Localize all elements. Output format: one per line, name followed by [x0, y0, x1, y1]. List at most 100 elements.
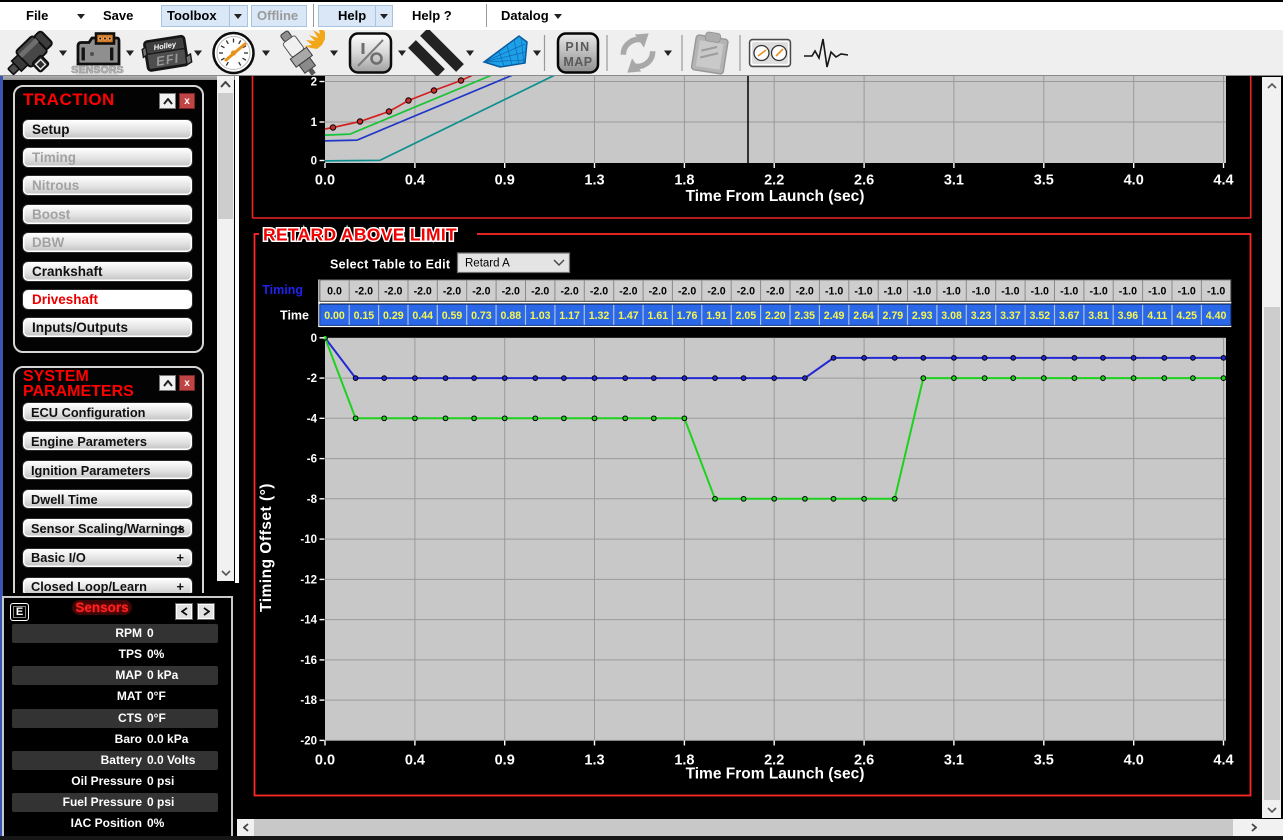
svg-text:-8: -8 [307, 493, 318, 505]
svg-text:-2.0: -2.0 [560, 285, 578, 297]
svg-text:-2.0: -2.0 [472, 285, 490, 297]
svg-text:0.9: 0.9 [495, 172, 515, 188]
svg-text:1.76: 1.76 [677, 310, 698, 322]
svg-text:-6: -6 [307, 453, 317, 465]
svg-text:-1.0: -1.0 [884, 285, 902, 297]
svg-text:0.29: 0.29 [383, 310, 404, 322]
svg-text:RETARD ABOVE LIMIT: RETARD ABOVE LIMIT [263, 224, 457, 244]
svg-text:-1.0: -1.0 [1089, 285, 1107, 297]
svg-text:-1.0: -1.0 [1119, 285, 1137, 297]
svg-text:-2.0: -2.0 [619, 285, 637, 297]
svg-text:1.8: 1.8 [674, 172, 694, 188]
svg-text:-14: -14 [300, 614, 317, 626]
svg-text:1.47: 1.47 [618, 310, 639, 322]
svg-text:2.64: 2.64 [853, 310, 874, 322]
svg-text:3.96: 3.96 [1118, 310, 1139, 322]
svg-text:4.4: 4.4 [1213, 752, 1233, 768]
svg-text:2.6: 2.6 [854, 172, 874, 188]
svg-text:-1.0: -1.0 [1060, 285, 1078, 297]
svg-text:3.5: 3.5 [1034, 752, 1054, 768]
svg-text:3.08: 3.08 [941, 310, 962, 322]
svg-text:0.73: 0.73 [471, 310, 492, 322]
svg-text:1.17: 1.17 [559, 310, 580, 322]
svg-text:3.81: 3.81 [1088, 310, 1109, 322]
svg-text:3.1: 3.1 [944, 752, 964, 768]
svg-text:-2.0: -2.0 [531, 285, 549, 297]
svg-text:SENSORS: SENSORS [71, 64, 124, 76]
svg-text:-2.0: -2.0 [796, 285, 814, 297]
svg-text:-1.0: -1.0 [1207, 285, 1225, 297]
svg-text:1.61: 1.61 [647, 310, 668, 322]
svg-text:-2.0: -2.0 [766, 285, 784, 297]
svg-text:-4: -4 [307, 413, 318, 425]
svg-text:Timing: Timing [262, 283, 303, 297]
svg-text:Retard A: Retard A [465, 257, 510, 269]
svg-text:0: 0 [311, 332, 317, 344]
svg-text:2.49: 2.49 [824, 310, 845, 322]
svg-text:0.0: 0.0 [315, 172, 335, 188]
svg-text:-1.0: -1.0 [942, 285, 960, 297]
svg-text:-2.0: -2.0 [707, 285, 725, 297]
svg-text:0.0: 0.0 [315, 752, 335, 768]
svg-text:4.0: 4.0 [1124, 172, 1144, 188]
svg-text:2.20: 2.20 [765, 310, 786, 322]
svg-text:-1.0: -1.0 [1031, 285, 1049, 297]
svg-text:1: 1 [311, 117, 318, 129]
svg-text:-10: -10 [300, 534, 317, 546]
svg-text:2.79: 2.79 [882, 310, 903, 322]
svg-text:4.40: 4.40 [1206, 310, 1227, 322]
svg-text:-1.0: -1.0 [1178, 285, 1196, 297]
svg-text:MAP: MAP [563, 55, 592, 69]
svg-text:-2.0: -2.0 [443, 285, 461, 297]
svg-text:-2.0: -2.0 [590, 285, 608, 297]
svg-text:4.0: 4.0 [1124, 752, 1144, 768]
svg-text:0.4: 0.4 [405, 752, 425, 768]
svg-text:-1.0: -1.0 [913, 285, 931, 297]
svg-text:Time From Launch (sec): Time From Launch (sec) [686, 188, 865, 205]
svg-text:3.52: 3.52 [1029, 310, 1050, 322]
svg-text:1.91: 1.91 [706, 310, 727, 322]
svg-text:-2.0: -2.0 [649, 285, 667, 297]
svg-text:-1.0: -1.0 [972, 285, 990, 297]
svg-text:Timing Offset (°): Timing Offset (°) [258, 483, 275, 612]
svg-text:4.25: 4.25 [1176, 310, 1197, 322]
svg-text:1.3: 1.3 [584, 752, 604, 768]
svg-text:-2.0: -2.0 [355, 285, 373, 297]
svg-text:-12: -12 [300, 574, 317, 586]
svg-text:2.05: 2.05 [736, 310, 757, 322]
svg-text:-18: -18 [300, 695, 317, 707]
svg-text:Time From Launch (sec): Time From Launch (sec) [686, 765, 865, 782]
svg-text:0: 0 [311, 155, 317, 167]
svg-text:0.00: 0.00 [324, 310, 345, 322]
svg-text:3.1: 3.1 [944, 172, 964, 188]
svg-text:-2.0: -2.0 [384, 285, 402, 297]
svg-text:3.23: 3.23 [971, 310, 992, 322]
svg-text:-2.0: -2.0 [414, 285, 432, 297]
svg-text:-1.0: -1.0 [854, 285, 872, 297]
svg-text:2.35: 2.35 [794, 310, 815, 322]
svg-text:3.67: 3.67 [1059, 310, 1080, 322]
svg-text:-16: -16 [300, 654, 317, 666]
svg-text:1.03: 1.03 [530, 310, 551, 322]
svg-text:1.3: 1.3 [584, 172, 604, 188]
svg-text:2: 2 [311, 76, 317, 88]
svg-text:-1.0: -1.0 [1148, 285, 1166, 297]
svg-text:2.2: 2.2 [764, 172, 784, 188]
svg-text:Time: Time [280, 308, 309, 322]
svg-text:0.4: 0.4 [405, 172, 425, 188]
svg-text:1.32: 1.32 [589, 310, 610, 322]
svg-text:3.37: 3.37 [1000, 310, 1021, 322]
svg-text:4.11: 4.11 [1147, 310, 1167, 322]
svg-text:-2.0: -2.0 [502, 285, 520, 297]
svg-text:0.15: 0.15 [354, 310, 375, 322]
svg-text:0.9: 0.9 [495, 752, 515, 768]
svg-text:PIN: PIN [565, 40, 590, 54]
svg-text:-2.0: -2.0 [737, 285, 755, 297]
svg-text:0.88: 0.88 [500, 310, 521, 322]
svg-text:0.0: 0.0 [327, 285, 342, 297]
svg-text:0.44: 0.44 [412, 310, 433, 322]
svg-text:2.93: 2.93 [912, 310, 933, 322]
svg-text:Select Table to Edit: Select Table to Edit [330, 257, 451, 271]
svg-text:-20: -20 [300, 735, 317, 747]
svg-text:-1.0: -1.0 [825, 285, 843, 297]
